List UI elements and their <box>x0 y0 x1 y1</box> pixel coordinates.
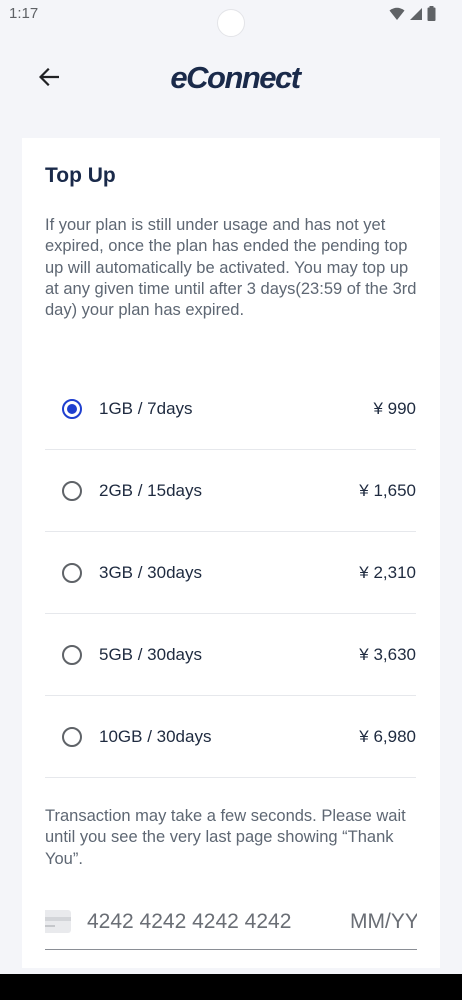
top-up-description: If your plan is still under usage and ha… <box>45 216 417 320</box>
plan-price: ¥ 3,630 <box>359 645 416 664</box>
plan-option-2gb[interactable]: 2GB / 15days ¥ 1,650 <box>45 450 416 532</box>
page-title: Top Up <box>45 164 116 187</box>
top-up-card: Top Up If your plan is still under usage… <box>22 138 440 968</box>
wifi-icon <box>389 7 405 20</box>
card-number-input[interactable] <box>87 910 327 934</box>
transaction-notice: Transaction may take a few seconds. Plea… <box>45 807 406 868</box>
arrow-back-icon <box>39 68 59 86</box>
status-bar: 1:17 <box>0 0 462 37</box>
plan-option-1gb[interactable]: 1GB / 7days ¥ 990 <box>45 368 416 450</box>
system-nav-bar <box>0 974 462 1000</box>
screen: 1:17 eConnect Top Up If your plan is sti… <box>0 0 462 1000</box>
plan-label: 10GB / 30days <box>99 727 212 746</box>
plan-price: ¥ 6,980 <box>359 727 416 746</box>
signal-icon <box>410 7 422 20</box>
status-time: 1:17 <box>9 5 39 22</box>
credit-card-icon <box>45 910 71 933</box>
battery-icon <box>427 6 436 21</box>
plan-list: 1GB / 7days ¥ 990 2GB / 15days ¥ 1,650 3… <box>45 368 416 778</box>
card-details-field <box>45 898 417 950</box>
svg-text:eConnect: eConnect <box>170 60 302 95</box>
plan-label: 5GB / 30days <box>99 645 203 664</box>
back-button[interactable] <box>32 60 66 94</box>
radio-unselected-icon[interactable] <box>62 727 82 747</box>
radio-unselected-icon[interactable] <box>62 645 82 665</box>
radio-unselected-icon[interactable] <box>62 481 82 501</box>
radio-unselected-icon[interactable] <box>62 563 82 583</box>
plan-option-3gb[interactable]: 3GB / 30days ¥ 2,310 <box>45 532 416 614</box>
plan-price: ¥ 990 <box>373 399 416 418</box>
radio-selected-icon[interactable] <box>62 399 82 419</box>
plan-label: 2GB / 15days <box>99 481 203 500</box>
plan-label: 3GB / 30days <box>99 563 203 582</box>
camera-cutout <box>217 9 245 37</box>
plan-price: ¥ 2,310 <box>359 563 416 582</box>
plan-option-5gb[interactable]: 5GB / 30days ¥ 3,630 <box>45 614 416 696</box>
plan-option-10gb[interactable]: 10GB / 30days ¥ 6,980 <box>45 696 416 778</box>
econnect-logo: eConnect <box>170 60 304 95</box>
plan-price: ¥ 1,650 <box>359 481 416 500</box>
card-expiry-input[interactable] <box>350 910 417 934</box>
status-icons <box>389 6 436 21</box>
plan-label: 1GB / 7days <box>99 399 193 418</box>
